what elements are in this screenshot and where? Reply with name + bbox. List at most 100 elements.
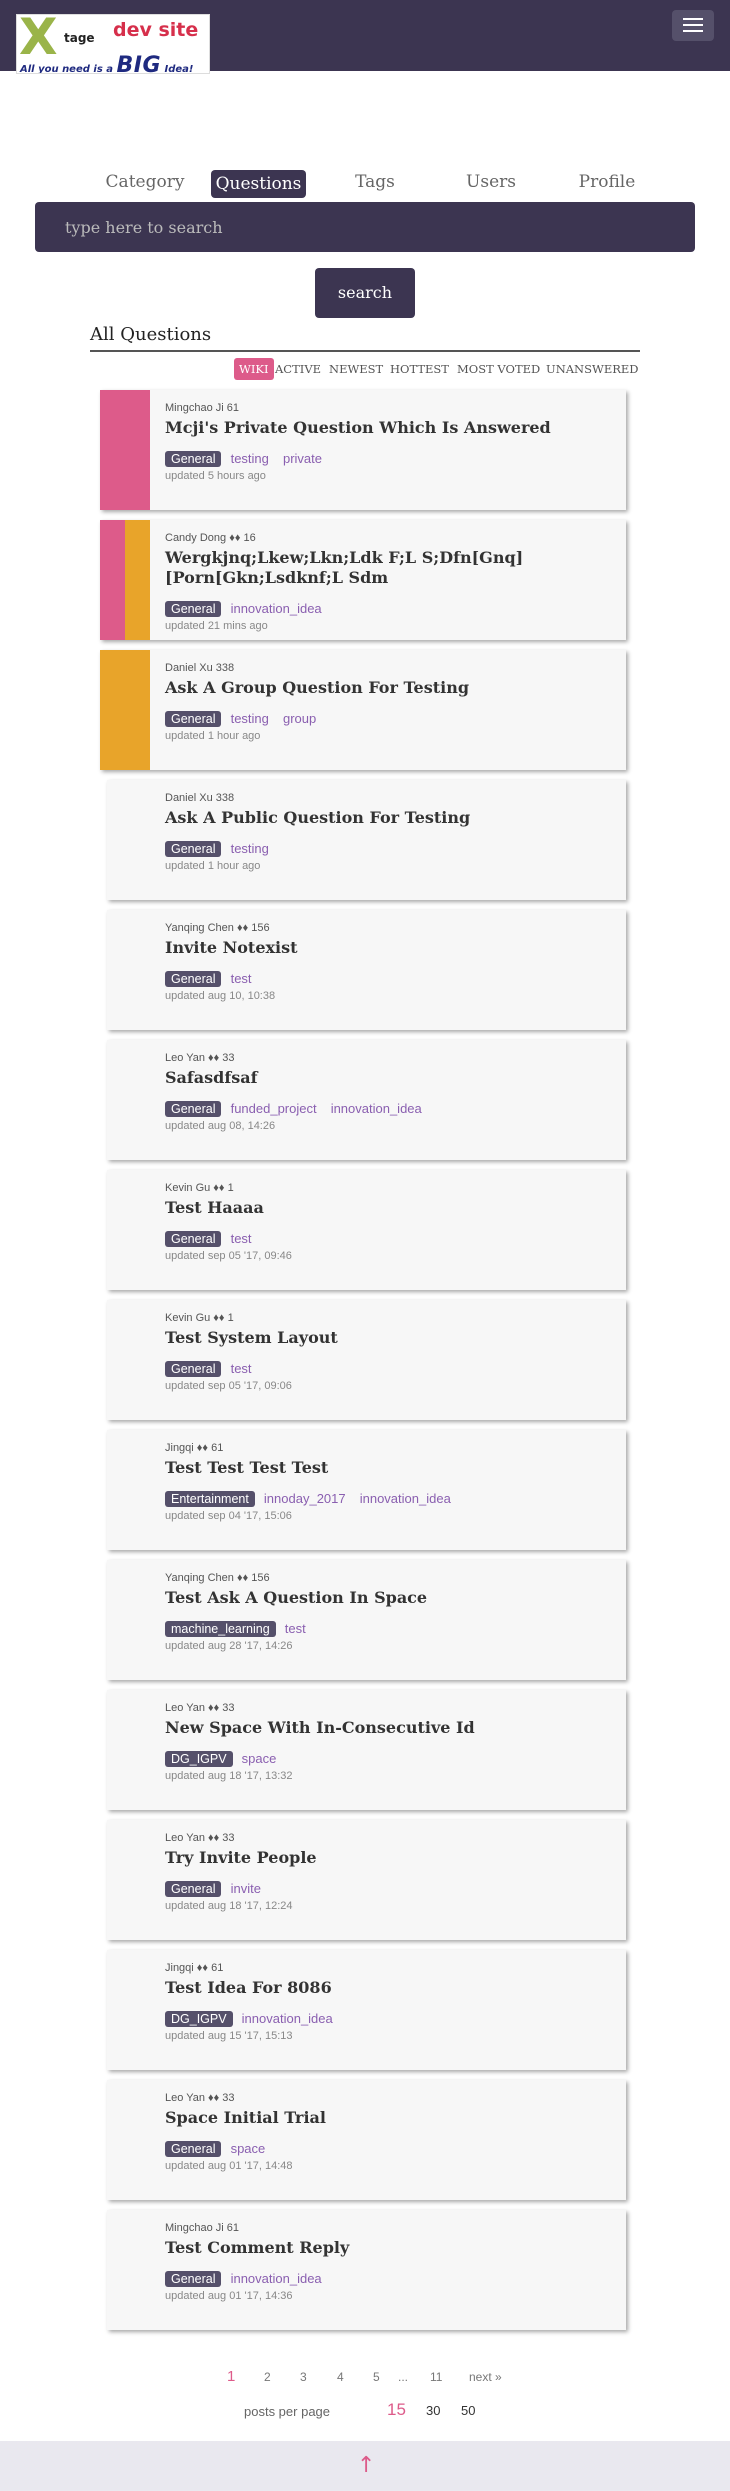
filter-active[interactable]: ACTIVE xyxy=(275,358,321,380)
category-tag[interactable]: General xyxy=(165,2141,222,2157)
question-card[interactable]: Kevin Gu ♦♦ 1 Test Haaaa General test up… xyxy=(107,1170,626,1290)
tag-link[interactable]: innoday_2017 xyxy=(264,1491,346,1506)
search-button[interactable]: search xyxy=(315,268,415,318)
tag-link[interactable]: test xyxy=(231,1361,252,1376)
question-title[interactable]: New Space With In-Consecutive Id xyxy=(165,1718,615,1738)
question-author[interactable]: Daniel Xu 338 xyxy=(165,792,234,804)
tag-link[interactable]: invite xyxy=(231,1881,261,1896)
tab-category[interactable]: Category xyxy=(97,168,193,196)
question-title[interactable]: Test Haaaa xyxy=(165,1198,615,1218)
filter-most-voted[interactable]: MOST VOTED xyxy=(457,358,540,380)
question-card[interactable]: Daniel Xu 338 Ask A Group Question For T… xyxy=(100,650,626,770)
question-title[interactable]: Ask A Group Question For Testing xyxy=(165,678,615,698)
tag-link[interactable]: test xyxy=(285,1621,306,1636)
category-tag[interactable]: General xyxy=(165,1231,222,1247)
question-author[interactable]: Mingchao Ji 61 xyxy=(165,2222,239,2234)
question-author[interactable]: Candy Dong ♦♦ 16 xyxy=(165,532,256,544)
question-card[interactable]: Leo Yan ♦♦ 33 Space Initial Trial Genera… xyxy=(107,2080,626,2200)
question-title[interactable]: Test Ask A Question In Space xyxy=(165,1588,615,1608)
question-title[interactable]: Ask A Public Question For Testing xyxy=(165,808,615,828)
question-card[interactable]: Leo Yan ♦♦ 33 New Space With In-Consecut… xyxy=(107,1690,626,1810)
filter-wiki[interactable]: WIKI xyxy=(234,358,274,380)
page-link[interactable]: 11 xyxy=(430,2370,442,2384)
question-author[interactable]: Leo Yan ♦♦ 33 xyxy=(165,2092,235,2104)
question-card[interactable]: Jingqi ♦♦ 61 Test Idea For 8086 DG_IGPV … xyxy=(107,1950,626,2070)
question-card[interactable]: Yanqing Chen ♦♦ 156 Test Ask A Question … xyxy=(107,1560,626,1680)
category-tag[interactable]: General xyxy=(165,971,222,987)
category-tag[interactable]: General xyxy=(165,2271,222,2287)
category-tag[interactable]: General xyxy=(165,1361,222,1377)
question-author[interactable]: Yanqing Chen ♦♦ 156 xyxy=(165,1572,270,1584)
per-page-option-selected[interactable]: 15 xyxy=(387,2400,406,2420)
next-page-link[interactable]: next » xyxy=(469,2370,502,2384)
tag-link[interactable]: innovation_idea xyxy=(331,1101,422,1116)
category-tag[interactable]: General xyxy=(165,1881,222,1897)
question-author[interactable]: Jingqi ♦♦ 61 xyxy=(165,1962,223,1974)
per-page-option[interactable]: 30 xyxy=(426,2403,440,2418)
question-author[interactable]: Leo Yan ♦♦ 33 xyxy=(165,1832,235,1844)
tag-link[interactable]: testing xyxy=(231,711,269,726)
question-title[interactable]: Mcji's Private Question Which Is Answere… xyxy=(165,418,615,438)
per-page-option[interactable]: 50 xyxy=(461,2403,475,2418)
tab-questions[interactable]: Questions xyxy=(211,170,306,198)
question-title[interactable]: Test Idea For 8086 xyxy=(165,1978,615,1998)
category-tag[interactable]: General xyxy=(165,711,222,727)
question-author[interactable]: Mingchao Ji 61 xyxy=(165,402,239,414)
question-card[interactable]: Daniel Xu 338 Ask A Public Question For … xyxy=(107,780,626,900)
question-title[interactable]: Wergkjnq;Lkew;Lkn;Ldk F;L S;Dfn[Gnq][Por… xyxy=(165,548,615,588)
question-card[interactable]: Kevin Gu ♦♦ 1 Test System Layout General… xyxy=(107,1300,626,1420)
category-tag[interactable]: machine_learning xyxy=(165,1621,276,1637)
question-card[interactable]: Leo Yan ♦♦ 33 Safasdfsaf General funded_… xyxy=(107,1040,626,1160)
search-input[interactable] xyxy=(35,202,695,252)
question-card[interactable]: Yanqing Chen ♦♦ 156 Invite Notexist Gene… xyxy=(107,910,626,1030)
question-card[interactable]: Leo Yan ♦♦ 33 Try Invite People General … xyxy=(107,1820,626,1940)
category-tag[interactable]: DG_IGPV xyxy=(165,2011,233,2027)
question-author[interactable]: Leo Yan ♦♦ 33 xyxy=(165,1702,235,1714)
tag-link[interactable]: test xyxy=(231,971,252,986)
category-tag[interactable]: General xyxy=(165,1101,222,1117)
question-author[interactable]: Leo Yan ♦♦ 33 xyxy=(165,1052,235,1064)
question-author[interactable]: Jingqi ♦♦ 61 xyxy=(165,1442,223,1454)
question-title[interactable]: Space Initial Trial xyxy=(165,2108,615,2128)
page-link[interactable]: 3 xyxy=(300,2370,307,2384)
category-tag[interactable]: General xyxy=(165,451,222,467)
site-logo[interactable]: X tage dev site All you need is a BIG Id… xyxy=(16,14,210,74)
question-title[interactable]: Test System Layout xyxy=(165,1328,615,1348)
tag-link[interactable]: innovation_idea xyxy=(231,2271,322,2286)
tag-link[interactable]: space xyxy=(231,2141,266,2156)
tag-link[interactable]: innovation_idea xyxy=(360,1491,451,1506)
tag-link[interactable]: testing xyxy=(231,841,269,856)
category-tag[interactable]: DG_IGPV xyxy=(165,1751,233,1767)
page-link[interactable]: 4 xyxy=(337,2370,344,2384)
question-title[interactable]: Try Invite People xyxy=(165,1848,615,1868)
question-author[interactable]: Kevin Gu ♦♦ 1 xyxy=(165,1182,234,1194)
question-card[interactable]: Mingchao Ji 61 Mcji's Private Question W… xyxy=(100,390,626,510)
question-card[interactable]: Candy Dong ♦♦ 16 Wergkjnq;Lkew;Lkn;Ldk F… xyxy=(100,520,626,640)
tag-link[interactable]: testing xyxy=(231,451,269,466)
category-tag[interactable]: Entertainment xyxy=(165,1491,255,1507)
question-card[interactable]: Jingqi ♦♦ 61 Test Test Test Test Enterta… xyxy=(107,1430,626,1550)
question-author[interactable]: Kevin Gu ♦♦ 1 xyxy=(165,1312,234,1324)
question-title[interactable]: Test Comment Reply xyxy=(165,2238,615,2258)
question-title[interactable]: Safasdfsaf xyxy=(165,1068,615,1088)
tag-link[interactable]: private xyxy=(283,451,322,466)
question-author[interactable]: Daniel Xu 338 xyxy=(165,662,234,674)
question-title[interactable]: Invite Notexist xyxy=(165,938,615,958)
tag-link[interactable]: innovation_idea xyxy=(242,2011,333,2026)
filter-newest[interactable]: NEWEST xyxy=(329,358,383,380)
category-tag[interactable]: General xyxy=(165,601,222,617)
page-link[interactable]: 2 xyxy=(264,2370,271,2384)
category-tag[interactable]: General xyxy=(165,841,222,857)
tab-tags[interactable]: Tags xyxy=(342,168,408,196)
tab-users[interactable]: Users xyxy=(454,168,528,196)
page-link[interactable]: 5 xyxy=(373,2370,380,2384)
page-link-current[interactable]: 1 xyxy=(227,2368,235,2385)
tag-link[interactable]: group xyxy=(283,711,316,726)
question-title[interactable]: Test Test Test Test xyxy=(165,1458,615,1478)
tag-link[interactable]: test xyxy=(231,1231,252,1246)
filter-unanswered[interactable]: UNANSWERED xyxy=(546,358,639,380)
filter-hottest[interactable]: HOTTEST xyxy=(390,358,449,380)
question-card[interactable]: Mingchao Ji 61 Test Comment Reply Genera… xyxy=(107,2210,626,2330)
menu-toggle-button[interactable] xyxy=(672,10,714,41)
tag-link[interactable]: space xyxy=(242,1751,277,1766)
